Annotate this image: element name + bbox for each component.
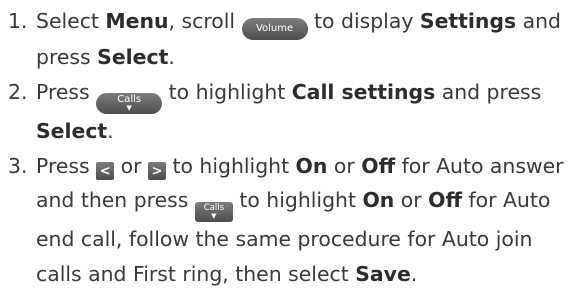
down-arrow-icon: ▼ <box>211 212 217 221</box>
off-term: Off <box>428 188 462 213</box>
instruction-steps: 1. Select Menu, scroll Volume to display… <box>8 4 583 291</box>
right-key-icon: > <box>147 162 166 181</box>
calls-key-icon: Calls ▼ <box>194 201 233 222</box>
menu-term: Menu <box>105 9 169 33</box>
on-term: On <box>362 188 395 213</box>
select-term: Select <box>36 118 108 143</box>
call-settings-term: Call settings <box>291 79 436 104</box>
volume-key-icon: Volume <box>241 18 308 40</box>
step-3: 3. Press < or > to highlight On or Off f… <box>8 149 583 291</box>
step-number: 3. <box>8 153 28 178</box>
step-text: Select Menu, scroll Volume to display Se… <box>36 9 561 69</box>
step-2: 2. Press Calls ▼ to highlight Call settin… <box>8 75 583 149</box>
settings-term: Settings <box>419 9 517 33</box>
step-1: 1. Select Menu, scroll Volume to display… <box>8 4 583 75</box>
save-term: Save <box>355 261 411 286</box>
off-term: Off <box>361 153 396 178</box>
step-text: Press Calls ▼ to highlight Call settings … <box>36 79 542 143</box>
step-number: 1. <box>8 9 28 33</box>
calls-key-icon: Calls ▼ <box>96 92 163 114</box>
step-text: Press < or > to highlight On or Off for … <box>36 153 564 286</box>
left-key-icon: < <box>96 162 115 181</box>
select-term: Select <box>97 45 169 69</box>
down-arrow-icon: ▼ <box>126 103 132 112</box>
on-term: On <box>295 153 328 178</box>
step-number: 2. <box>8 79 28 104</box>
